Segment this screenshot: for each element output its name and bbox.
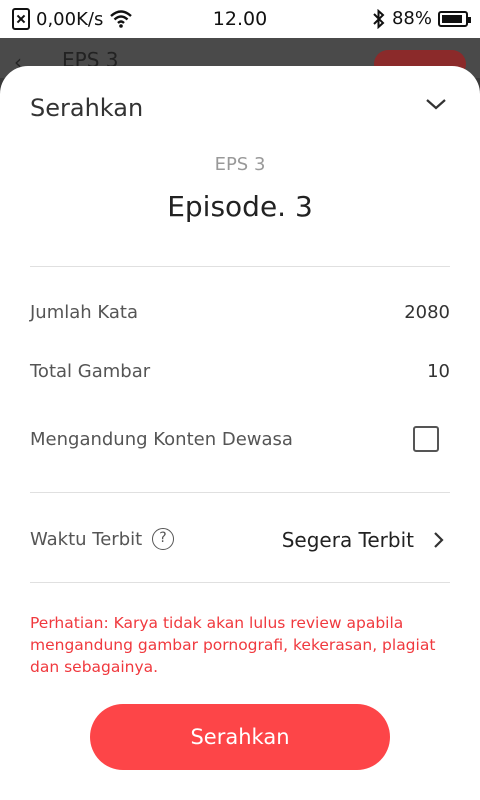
word-count-label: Jumlah Kata — [30, 302, 139, 323]
chevron-down-icon[interactable] — [424, 94, 448, 114]
adult-content-checkbox[interactable] — [413, 426, 439, 452]
chevron-right-icon[interactable] — [432, 530, 446, 550]
divider — [30, 492, 450, 493]
submit-sheet: Serahkan EPS 3 Episode. 3 Jumlah Kata 20… — [0, 66, 480, 800]
status-right: 88% — [372, 8, 471, 29]
battery-percent: 88% — [391, 8, 432, 29]
submit-button[interactable]: Serahkan — [90, 704, 390, 770]
episode-label: EPS 3 — [214, 154, 266, 175]
publish-time-label: Waktu Terbit — [30, 529, 143, 550]
image-count-value: 10 — [427, 361, 450, 382]
divider — [30, 266, 450, 267]
adult-content-label: Mengandung Konten Dewasa — [30, 429, 293, 450]
episode-title: Episode. 3 — [167, 190, 313, 223]
warning-text: Perhatian: Karya tidak akan lulus review… — [30, 614, 436, 676]
sheet-title: Serahkan — [30, 94, 144, 122]
publish-time-value[interactable]: Segera Terbit — [282, 528, 414, 552]
bluetooth-icon — [373, 8, 385, 29]
help-icon[interactable]: ? — [152, 528, 174, 550]
word-count-value: 2080 — [404, 302, 450, 323]
image-count-label: Total Gambar — [30, 361, 151, 382]
battery-icon — [438, 10, 471, 27]
divider — [30, 582, 450, 583]
status-bar: 0,00K/s 12.00 88% — [0, 0, 480, 38]
